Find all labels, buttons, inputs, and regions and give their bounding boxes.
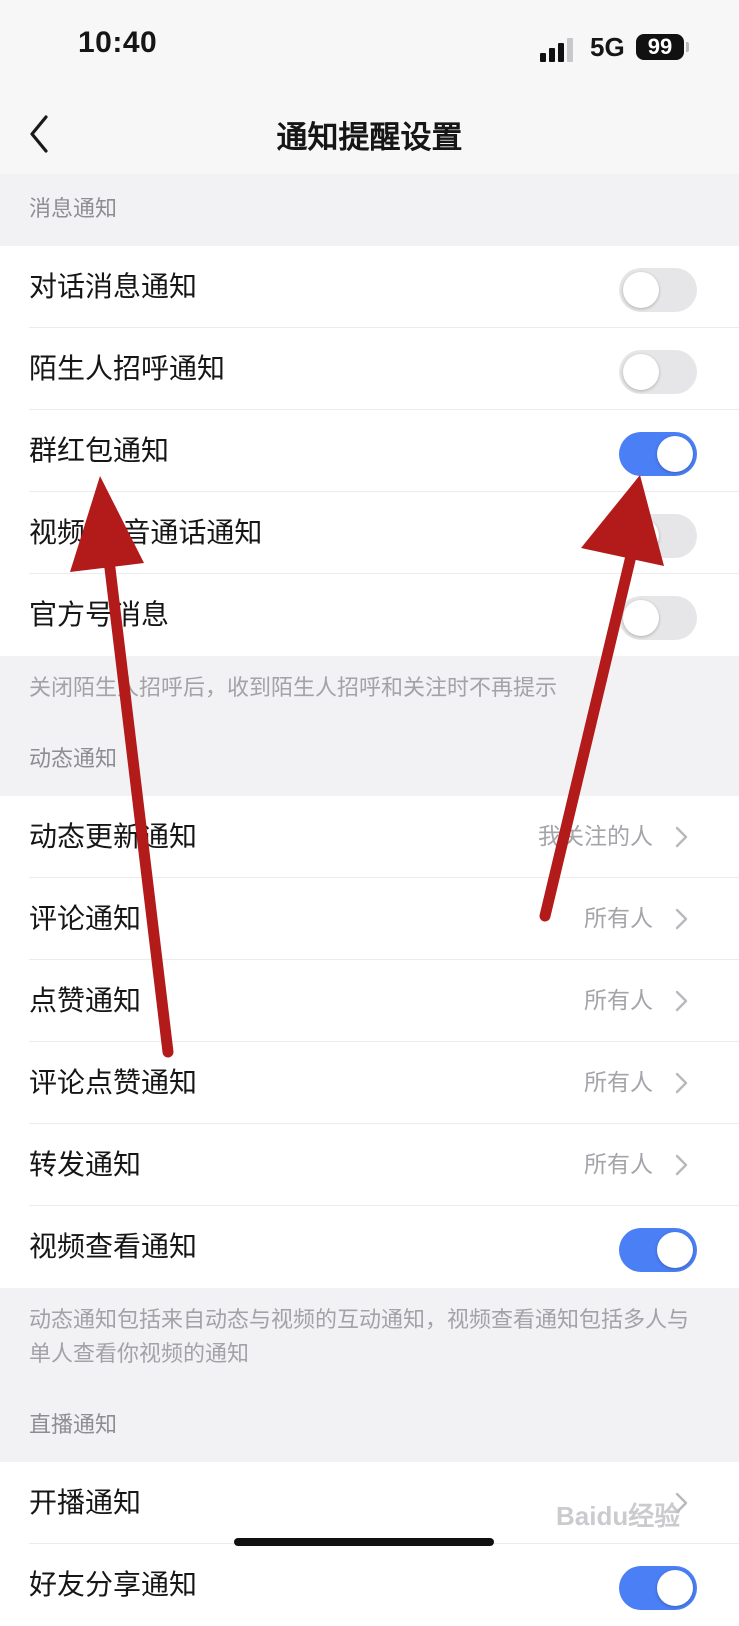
network-type: 5G: [590, 32, 625, 62]
settings-row-label: 官方号消息: [29, 598, 170, 631]
settings-row: 官方号消息: [0, 574, 739, 656]
settings-row-label: 视频/语音通话通知: [29, 516, 263, 549]
settings-row[interactable]: 评论通知 所有人: [0, 878, 739, 960]
settings-row: 好友分享通知: [0, 1544, 739, 1626]
toggle-switch[interactable]: [619, 514, 697, 558]
settings-row-label: 点赞通知: [29, 984, 142, 1017]
battery-icon: 99: [636, 34, 684, 60]
signal-icon: [540, 36, 576, 62]
settings-row-label: 评论通知: [29, 902, 142, 935]
toggle-knob: [657, 1570, 693, 1606]
settings-row[interactable]: 点赞通知 所有人: [0, 960, 739, 1042]
settings-group: 对话消息通知 陌生人招呼通知 群红包通知视频/语音通话通知 官方号消息: [0, 246, 739, 656]
status-bar: 10:40 5G 99: [0, 0, 739, 96]
settings-group: 动态更新通知 我关注的人 评论通知 所有人 点赞通知 所有人 评论点赞通知 所有人 转发通知 所有…: [0, 796, 739, 1288]
toggle-switch[interactable]: [619, 268, 697, 312]
toggle-switch[interactable]: [619, 1566, 697, 1610]
section-header: 消息通知: [0, 174, 739, 246]
toggle-knob: [623, 600, 659, 636]
settings-row-value: 所有人: [584, 1070, 653, 1096]
settings-row-label: 对话消息通知: [29, 270, 198, 303]
watermark: Baidu经验: [556, 1501, 681, 1531]
settings-row-value: 我关注的人: [538, 824, 653, 850]
chevron-right-icon: [675, 1072, 688, 1094]
settings-row: 视频/语音通话通知: [0, 492, 739, 574]
settings-list: 消息通知对话消息通知 陌生人招呼通知 群红包通知视频/语音通话通知 官方号消息关闭陌生…: [0, 174, 739, 1626]
settings-row: 对话消息通知: [0, 246, 739, 328]
settings-row[interactable]: 转发通知 所有人: [0, 1124, 739, 1206]
toggle-knob: [657, 436, 693, 472]
chevron-right-icon: [675, 908, 688, 930]
section-footnote: 动态通知包括来自动态与视频的互动通知，视频查看通知包括多人与单人查看你视频的通知: [0, 1288, 739, 1390]
chevron-right-icon: [675, 826, 688, 848]
page-title: 通知提醒设置: [276, 120, 463, 156]
nav-bar: 通知提醒设置: [0, 96, 739, 174]
settings-row-label: 陌生人招呼通知: [29, 352, 226, 385]
settings-row: 视频查看通知: [0, 1206, 739, 1288]
settings-row-label: 动态更新通知: [29, 820, 198, 853]
settings-row: 陌生人招呼通知: [0, 328, 739, 410]
settings-row-label: 好友分享通知: [29, 1568, 198, 1601]
settings-row-label: 开播通知: [29, 1486, 142, 1519]
section-header: 动态通知: [0, 724, 739, 796]
status-time: 10:40: [78, 26, 158, 59]
chevron-right-icon: [675, 1154, 688, 1176]
toggle-knob: [623, 272, 659, 308]
settings-row-label: 转发通知: [29, 1148, 142, 1181]
settings-row-value: 所有人: [584, 988, 653, 1014]
settings-row[interactable]: 动态更新通知 我关注的人: [0, 796, 739, 878]
battery-tip: [686, 42, 689, 52]
settings-row-value: 所有人: [584, 906, 653, 932]
toggle-switch[interactable]: [619, 432, 697, 476]
home-indicator[interactable]: [234, 1538, 494, 1546]
settings-row-label: 评论点赞通知: [29, 1066, 198, 1099]
settings-row-value: 所有人: [584, 1152, 653, 1178]
toggle-switch[interactable]: [619, 1228, 697, 1272]
settings-row-label: 视频查看通知: [29, 1230, 198, 1263]
toggle-knob: [657, 1232, 693, 1268]
chevron-right-icon: [675, 990, 688, 1012]
section-footnote: 关闭陌生人招呼后，收到陌生人招呼和关注时不再提示: [0, 656, 739, 724]
toggle-knob: [623, 518, 659, 554]
settings-row: 群红包通知: [0, 410, 739, 492]
toggle-knob: [623, 354, 659, 390]
settings-row-label: 群红包通知: [29, 434, 170, 467]
toggle-switch[interactable]: [619, 596, 697, 640]
section-header: 直播通知: [0, 1390, 739, 1462]
toggle-switch[interactable]: [619, 350, 697, 394]
settings-row[interactable]: 评论点赞通知 所有人: [0, 1042, 739, 1124]
